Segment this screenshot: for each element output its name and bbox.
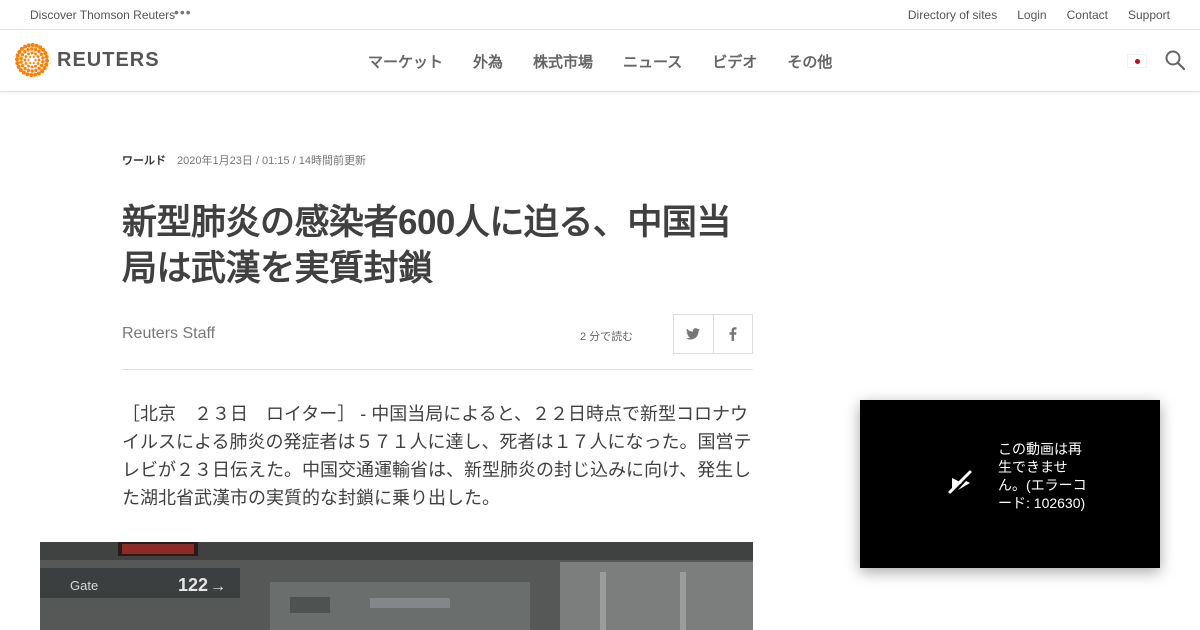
article-headline: 新型肺炎の感染者600人に迫る、中国当局は武漢を実質封鎖 xyxy=(122,203,731,288)
photo-sign-gate: Gate xyxy=(70,578,98,593)
search-icon[interactable] xyxy=(1165,50,1185,70)
logo-dot xyxy=(34,64,37,68)
nav-markets[interactable]: マーケット xyxy=(368,51,443,72)
site-header: REUTERS マーケット 外為 株式市場 ニュース ビデオ その他 xyxy=(0,30,1200,92)
directory-link[interactable]: Directory of sites xyxy=(908,8,997,22)
logo-dot xyxy=(32,61,35,65)
twitter-icon xyxy=(686,328,701,340)
video-error-message: この動画は再生できません。(エラーコード: 102630) xyxy=(998,441,1087,511)
logo-dot xyxy=(30,43,35,48)
section-label[interactable]: ワールド xyxy=(122,155,166,167)
more-icon[interactable]: ••• xyxy=(174,4,192,20)
logo-dot xyxy=(15,61,20,66)
logo-dot xyxy=(30,51,34,55)
logo-dot xyxy=(26,68,31,73)
airport-photo: Gate 122 → xyxy=(40,542,753,630)
logo-dot xyxy=(36,55,40,58)
nav-more[interactable]: その他 xyxy=(787,51,832,72)
contact-link[interactable]: Contact xyxy=(1067,8,1108,22)
logo-dot xyxy=(26,43,31,48)
logo-dot xyxy=(30,69,34,73)
read-time: 2 分で読む xyxy=(580,331,634,343)
logo-dot xyxy=(24,55,28,58)
logo-dot xyxy=(26,48,30,52)
logo-dot xyxy=(32,55,35,59)
utility-bar: Discover Thomson Reuters ••• Directory o… xyxy=(0,0,1200,30)
nav-news[interactable]: ニュース xyxy=(623,51,682,72)
divider xyxy=(122,369,753,370)
logo-dot xyxy=(16,64,21,69)
discover-link[interactable]: Discover Thomson Reuters xyxy=(30,8,175,22)
utility-links: Directory of sites Login Contact Support xyxy=(908,8,1170,22)
logo-dot xyxy=(25,72,30,77)
logo-dot xyxy=(37,58,41,62)
logo-dot xyxy=(44,62,49,67)
video-player[interactable]: この動画は再生できません。(エラーコード: 102630) xyxy=(860,400,1160,568)
nav-forex[interactable]: 外為 xyxy=(473,51,503,72)
reuters-logo-icon xyxy=(15,43,49,77)
logo-dot xyxy=(27,64,30,68)
japan-flag-icon[interactable] xyxy=(1127,54,1147,68)
main-nav: マーケット 外為 株式市場 ニュース ビデオ その他 xyxy=(368,51,832,72)
logo-dot xyxy=(23,44,28,49)
video-unavailable-icon xyxy=(948,470,972,494)
logo-dot xyxy=(44,54,49,59)
logo-dot xyxy=(34,58,37,62)
photo-sign-arrow: → xyxy=(210,578,226,595)
logo-dot xyxy=(29,55,32,59)
nav-stocks[interactable]: 株式市場 xyxy=(533,51,593,72)
logo-dot xyxy=(23,58,27,62)
logo-dot xyxy=(34,52,37,56)
logo-dot xyxy=(19,56,23,60)
logo-dot xyxy=(36,71,41,76)
article-photo[interactable]: Gate 122 → xyxy=(40,542,753,630)
article-body: ［北京 ２３日 ロイター］ - 中国当局によると、２２日時点で新型コロナウイルス… xyxy=(122,404,752,508)
logo-dot xyxy=(36,62,40,65)
logo-dot xyxy=(44,58,49,63)
share-buttons xyxy=(673,314,753,354)
login-link[interactable]: Login xyxy=(1017,8,1046,22)
logo-dot xyxy=(37,66,41,71)
logo-text: REUTERS xyxy=(57,48,160,71)
support-link[interactable]: Support xyxy=(1128,8,1170,22)
logo-dot xyxy=(23,49,27,54)
logo-dot xyxy=(34,68,38,72)
author-name[interactable]: Reuters Staff xyxy=(122,325,215,343)
logo-dot xyxy=(27,52,30,56)
facebook-icon xyxy=(729,327,737,341)
logo-dot xyxy=(19,60,23,64)
logo-dot xyxy=(33,47,38,52)
logo-dot xyxy=(43,51,48,56)
twitter-share-button[interactable] xyxy=(674,315,713,353)
reuters-logo[interactable]: REUTERS xyxy=(15,43,160,77)
logo-dot xyxy=(30,47,34,51)
logo-dot xyxy=(27,58,30,62)
logo-dot xyxy=(24,62,28,65)
article-meta: ワールド 2020年1月23日 / 01:15 / 14時間前更新 xyxy=(122,152,366,168)
facebook-share-button[interactable] xyxy=(712,315,752,353)
logo-dot xyxy=(29,61,32,65)
photo-sign-number: 122 xyxy=(178,575,208,595)
logo-dot xyxy=(37,49,41,54)
logo-dot xyxy=(29,72,34,77)
logo-dot xyxy=(33,72,38,77)
logo-dot xyxy=(30,65,34,69)
logo-dot xyxy=(39,63,44,68)
logo-dot xyxy=(23,66,27,71)
nav-video[interactable]: ビデオ xyxy=(712,51,757,72)
logo-dot xyxy=(15,57,20,62)
logo-dot xyxy=(15,53,20,58)
logo-dot xyxy=(20,63,25,68)
logo-dot xyxy=(34,43,39,48)
logo-dot xyxy=(41,56,45,60)
logo-dot xyxy=(20,52,25,57)
article-date: 2020年1月23日 / 01:15 / 14時間前更新 xyxy=(177,155,366,167)
logo-dot xyxy=(41,60,45,64)
logo-dot xyxy=(39,52,44,57)
